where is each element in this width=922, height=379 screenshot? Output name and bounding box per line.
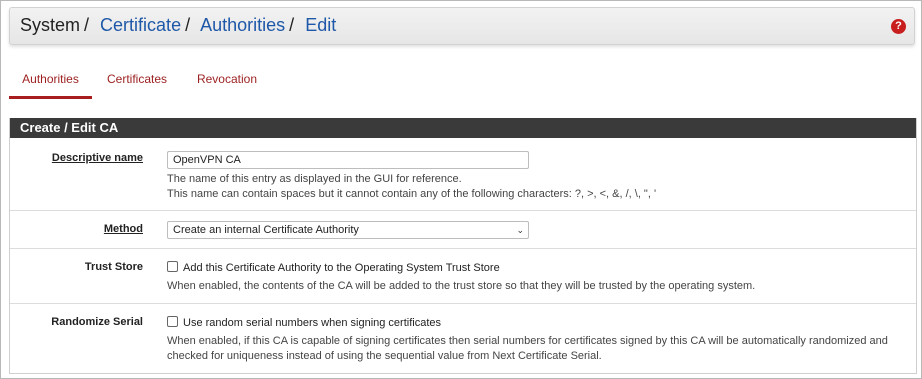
breadcrumb-separator: / bbox=[289, 15, 295, 35]
method-label: Method bbox=[103, 223, 143, 235]
method-select[interactable]: Create an internal Certificate Authority… bbox=[167, 221, 529, 239]
descriptive-name-input[interactable] bbox=[167, 151, 529, 169]
tab-bar: Authorities Certificates Revocation bbox=[9, 59, 915, 101]
trust-store-checkbox-label[interactable]: Add this Certificate Authority to the Op… bbox=[183, 262, 500, 274]
breadcrumb-item-authorities[interactable]: Authorities bbox=[200, 15, 285, 35]
trust-store-help: When enabled, the contents of the CA wil… bbox=[167, 280, 756, 292]
breadcrumb-bar: System / Certificate / Authorities / Edit ? bbox=[9, 7, 915, 45]
chevron-down-icon: ⌄ bbox=[516, 225, 524, 235]
randomize-serial-help-2: checked for uniqueness instead of using … bbox=[167, 350, 602, 362]
randomize-serial-row: Randomize Serial Use random serial numbe… bbox=[10, 303, 916, 374]
breadcrumb-separator: / bbox=[185, 15, 191, 35]
randomize-serial-label: Randomize Serial bbox=[51, 316, 143, 328]
descriptive-name-label: Descriptive name bbox=[51, 152, 143, 164]
trust-store-option[interactable]: Add this Certificate Authority to the Op… bbox=[167, 261, 755, 274]
randomize-serial-option[interactable]: Use random serial numbers when signing c… bbox=[167, 316, 888, 329]
randomize-serial-checkbox[interactable] bbox=[167, 316, 178, 327]
randomize-serial-checkbox-label[interactable]: Use random serial numbers when signing c… bbox=[183, 317, 441, 329]
breadcrumb-item-certificate[interactable]: Certificate bbox=[100, 15, 181, 35]
descriptive-name-help-1: The name of this entry as displayed in t… bbox=[167, 173, 462, 185]
randomize-serial-help-1: When enabled, if this CA is capable of s… bbox=[167, 335, 888, 347]
tab-authorities[interactable]: Authorities bbox=[9, 59, 92, 99]
trust-store-row: Trust Store Add this Certificate Authori… bbox=[10, 248, 916, 303]
create-edit-ca-panel: Create / Edit CA Descriptive name The na… bbox=[9, 118, 917, 374]
descriptive-name-row: Descriptive name The name of this entry … bbox=[10, 138, 916, 210]
method-selected-value: Create an internal Certificate Authority bbox=[173, 224, 359, 236]
breadcrumb-root: System bbox=[20, 15, 81, 35]
breadcrumb-item-edit[interactable]: Edit bbox=[305, 15, 336, 35]
help-icon[interactable]: ? bbox=[891, 19, 906, 34]
breadcrumb-separator: / bbox=[84, 15, 90, 35]
trust-store-checkbox[interactable] bbox=[167, 261, 178, 272]
tab-certificates[interactable]: Certificates bbox=[97, 59, 177, 99]
descriptive-name-help-2: This name can contain spaces but it cann… bbox=[167, 188, 657, 200]
breadcrumb: System / Certificate / Authorities / Edit bbox=[20, 15, 336, 36]
trust-store-label: Trust Store bbox=[84, 261, 143, 273]
tab-revocation[interactable]: Revocation bbox=[187, 59, 267, 99]
panel-title: Create / Edit CA bbox=[10, 118, 916, 138]
method-row: Method Create an internal Certificate Au… bbox=[10, 210, 916, 248]
